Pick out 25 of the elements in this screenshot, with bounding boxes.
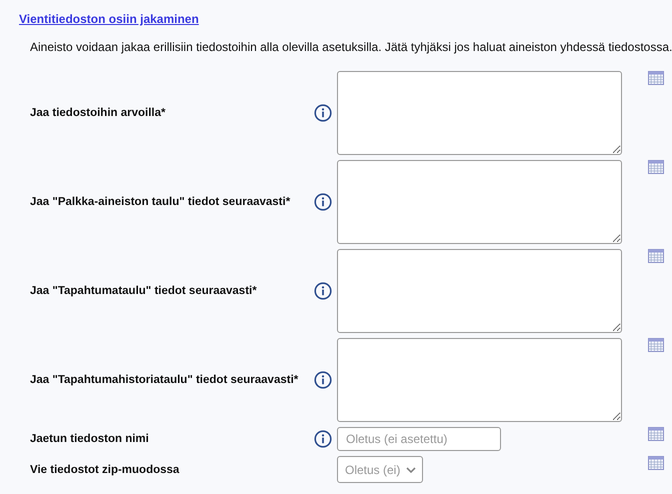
field-label: Vie tiedostot zip-muodossa [30, 464, 180, 476]
field-label: Jaa "Tapahtumahistoriataulu" tiedot seuraavasti* [30, 374, 300, 386]
table-grid-icon[interactable] [648, 160, 664, 174]
table-grid-icon[interactable] [648, 456, 664, 470]
caret-icon [406, 466, 416, 472]
text-area[interactable] [337, 160, 622, 244]
text-area[interactable] [337, 249, 622, 333]
info-icon[interactable] [314, 371, 332, 389]
info-icon[interactable] [314, 282, 332, 300]
description-text: Aineisto voidaan jakaa erillisiin tiedostoihin alla olevilla asetuksilla. Jätä tyhjäksi jos haluat aineiston yhdessä tiedostossa. [30, 40, 672, 54]
table-grid-icon[interactable] [648, 71, 664, 85]
text-area[interactable] [337, 71, 622, 155]
table-grid-icon[interactable] [648, 338, 664, 352]
input-field[interactable]: Oletus (ei asetettu) [337, 427, 501, 451]
field-label: Jaa "Tapahtumataulu" tiedot seuraavasti* [30, 285, 258, 297]
text-area[interactable] [337, 338, 622, 422]
info-icon[interactable] [314, 430, 332, 448]
field-label: Jaetun tiedoston nimi [30, 433, 150, 445]
info-icon[interactable] [314, 104, 332, 122]
field-label: Jaa tiedostoihin arvoilla* [30, 107, 166, 119]
field-label: Jaa "Palkka-aineiston taulu" tiedot seuraavasti* [30, 196, 292, 208]
info-icon[interactable] [314, 193, 332, 211]
section-title-link[interactable]: Vientitiedoston osiin jakaminen [19, 12, 199, 26]
table-grid-icon[interactable] [648, 249, 664, 263]
table-grid-icon[interactable] [648, 427, 664, 441]
